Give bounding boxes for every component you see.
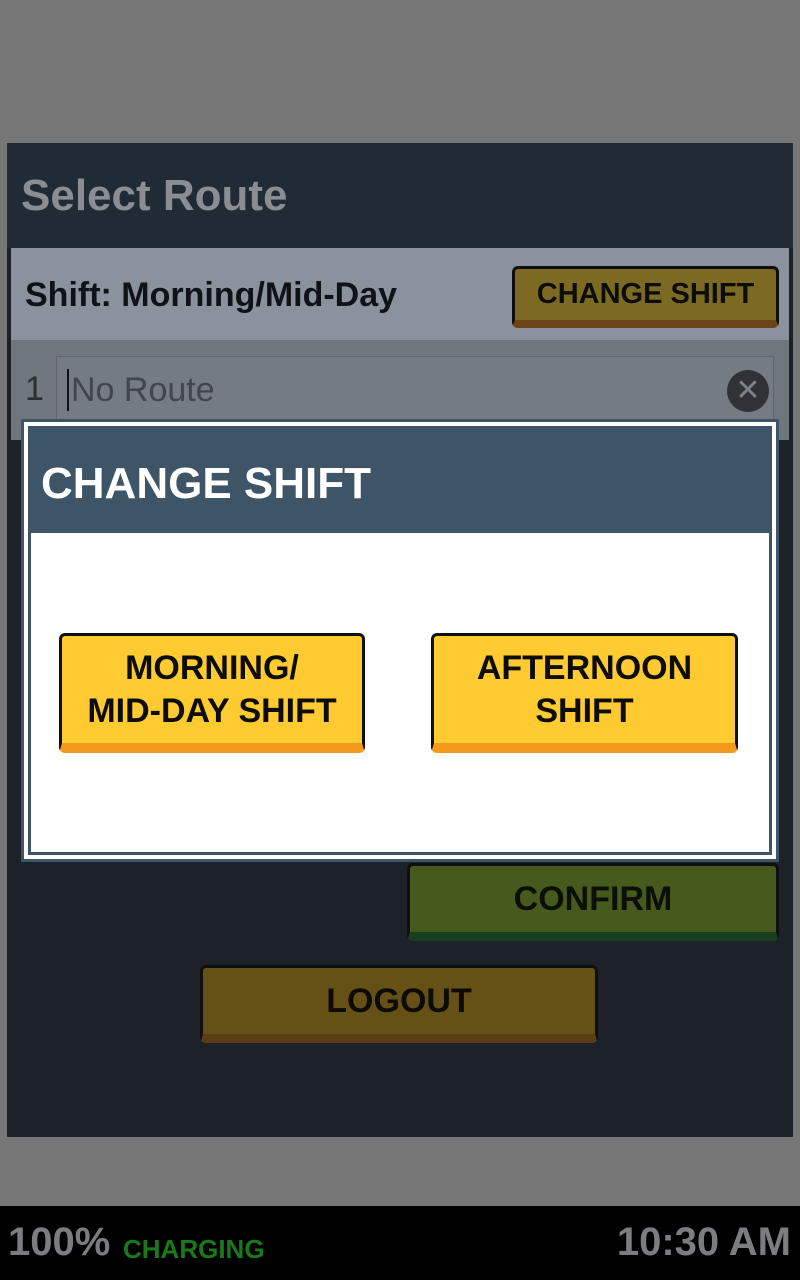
confirm-button[interactable]: CONFIRM bbox=[407, 863, 779, 941]
change-shift-dialog: CHANGE SHIFT MORNING/ MID-DAY SHIFT AFTE… bbox=[21, 419, 779, 862]
logout-button[interactable]: LOGOUT bbox=[200, 965, 598, 1043]
route-input[interactable]: No Route ✕ bbox=[56, 356, 774, 420]
current-shift-label: Shift: Morning/Mid-Day bbox=[25, 276, 398, 314]
panel-header: Select Route bbox=[7, 143, 793, 248]
dialog-frame: CHANGE SHIFT MORNING/ MID-DAY SHIFT AFTE… bbox=[28, 426, 772, 855]
dialog-header: CHANGE SHIFT bbox=[31, 429, 769, 533]
change-shift-button[interactable]: CHANGE SHIFT bbox=[512, 266, 779, 328]
battery-level: 100% bbox=[8, 1220, 111, 1264]
close-circle-icon[interactable]: ✕ bbox=[727, 370, 769, 412]
shift-row: Shift: Morning/Mid-Day CHANGE SHIFT bbox=[11, 248, 789, 340]
text-caret bbox=[67, 369, 69, 411]
dialog-title: CHANGE SHIFT bbox=[41, 459, 371, 508]
clock: 10:30 AM bbox=[616, 1220, 791, 1264]
charging-status: CHARGING bbox=[123, 1234, 265, 1264]
afternoon-shift-button[interactable]: AFTERNOON SHIFT bbox=[431, 633, 738, 753]
morning-mid-day-shift-button[interactable]: MORNING/ MID-DAY SHIFT bbox=[59, 633, 365, 753]
route-input-placeholder: No Route bbox=[71, 371, 215, 409]
route-number: 1 bbox=[25, 370, 44, 408]
dialog-body: MORNING/ MID-DAY SHIFT AFTERNOON SHIFT bbox=[31, 533, 769, 852]
status-bar: 100% CHARGING 10:30 AM bbox=[0, 1206, 800, 1280]
page-title: Select Route bbox=[21, 171, 288, 220]
